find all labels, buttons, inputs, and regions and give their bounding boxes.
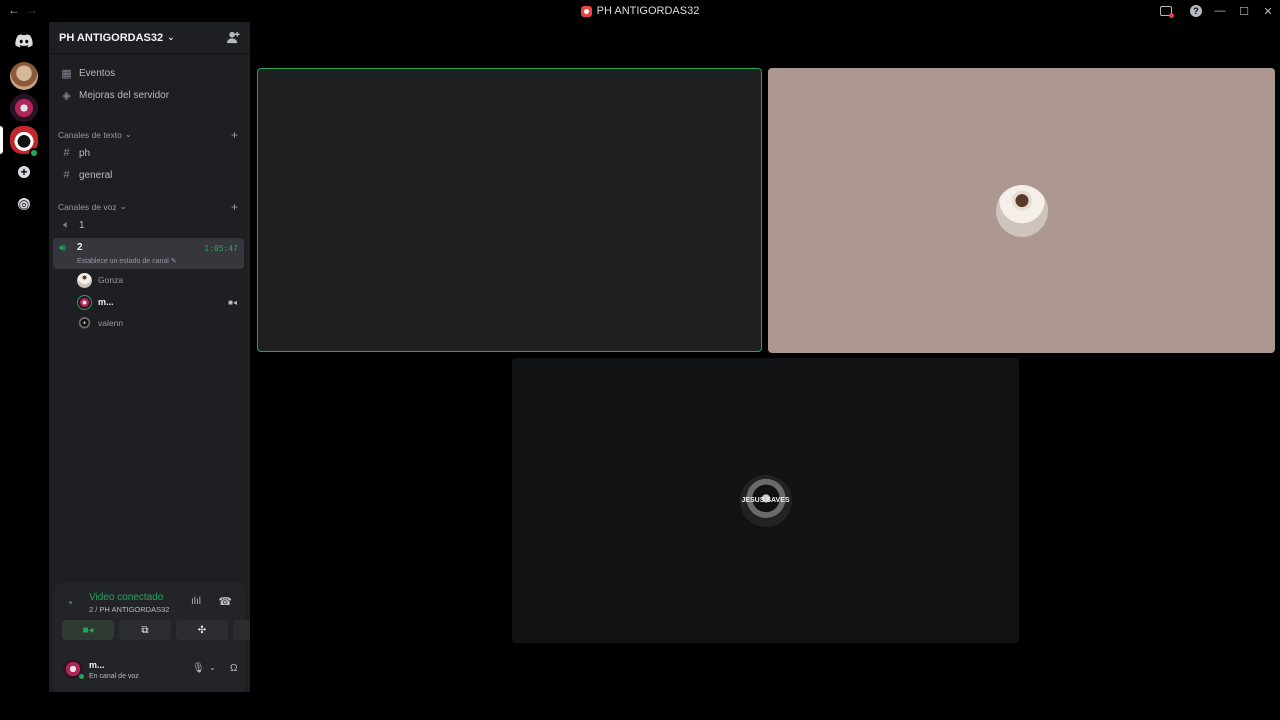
activities-button[interactable]: ✣ — [176, 620, 228, 640]
chevron-down-icon: ⌄ — [167, 32, 175, 42]
screen-share-button[interactable]: ⧉ — [119, 620, 171, 640]
window-controls: ? — ☐ ✕ — [1160, 0, 1280, 22]
voice-category-header[interactable]: Canales de voz ⌄ + — [58, 200, 238, 214]
text-category-label: Canales de texto — [58, 129, 122, 140]
create-text-channel-button[interactable]: + — [231, 128, 238, 142]
server-name: PH ANTIGORDAS32 — [59, 31, 164, 44]
channel-label: ph — [79, 147, 91, 159]
video-camera-icon: ■◂ — [228, 297, 237, 307]
video-stage: JESUS SAVES — [250, 22, 1280, 720]
camera-button[interactable]: ■◂ — [62, 620, 114, 640]
headphones-icon[interactable]: Ω — [230, 663, 237, 674]
voice-channel-1[interactable]: 🔈︎ 1 — [54, 215, 244, 235]
video-tile-self[interactable] — [257, 68, 762, 352]
add-server-button[interactable]: + — [10, 158, 38, 186]
video-tile-valenn[interactable]: JESUS SAVES — [512, 358, 1019, 643]
hash-icon: # — [63, 169, 70, 181]
channel-label: general — [79, 169, 113, 181]
microphone-icon[interactable]: 🎙︎ — [192, 663, 205, 674]
member-name: m... — [98, 297, 114, 307]
chevron-down-icon: ⌄ — [124, 129, 132, 139]
discover-button[interactable]: ◎ — [10, 190, 38, 218]
server-header[interactable]: PH ANTIGORDAS32 ⌄ — [49, 22, 250, 54]
member-name: valenn — [98, 318, 124, 328]
video-camera-icon: ■◂ — [82, 624, 94, 636]
user-status: En canal de voz — [89, 673, 139, 680]
channel-ph[interactable]: # ph — [54, 143, 244, 163]
plus-icon: + — [18, 166, 30, 178]
channel-label: 2 — [77, 242, 83, 253]
channel-sidebar: PH ANTIGORDAS32 ⌄ ▦ Eventos ◈ Mejoras de… — [49, 22, 285, 692]
active-server-indicator — [0, 126, 3, 154]
voice-member[interactable]: Gonza — [77, 271, 237, 289]
video-tile-gonza[interactable] — [768, 68, 1275, 353]
call-timer: 1:05:47 — [204, 244, 238, 253]
home-button[interactable] — [10, 27, 38, 55]
signal-icon[interactable]: ◔ — [66, 596, 73, 610]
server-avatar-2[interactable] — [10, 94, 38, 122]
voice-connection-panel: ◔ Video conectado 2 / PH ANTIGORDAS32 ıl… — [54, 583, 285, 692]
channel-label: 1 — [79, 219, 85, 231]
help-icon[interactable]: ? — [1190, 5, 1202, 17]
activities-icon: ✣ — [197, 624, 207, 636]
member-name: Gonza — [98, 275, 124, 285]
inbox-icon[interactable] — [1160, 6, 1174, 18]
calendar-icon: ▦ — [61, 67, 72, 80]
avatar — [995, 184, 1048, 237]
hash-icon: # — [63, 147, 70, 159]
compass-icon: ◎ — [18, 197, 30, 211]
maximize-button[interactable]: ☐ — [1232, 5, 1256, 18]
online-status-dot — [78, 673, 85, 680]
text-category-header[interactable]: Canales de texto ⌄ + — [58, 128, 238, 142]
chevron-down-icon[interactable]: ⌄ — [209, 663, 216, 672]
minimize-button[interactable]: — — [1208, 5, 1232, 17]
voice-member[interactable]: valenn — [77, 314, 237, 332]
title-bar: ← → PH ANTIGORDAS32 ? — ☐ ✕ — [0, 0, 1280, 22]
channel-general[interactable]: # general — [54, 165, 244, 185]
voice-category-label: Canales de voz — [58, 201, 117, 212]
speaker-icon: 🔈︎ — [63, 218, 70, 231]
avatar-text: JESUS SAVES — [741, 496, 790, 504]
window-title-text: PH ANTIGORDAS32 — [596, 5, 700, 17]
voice-activity-badge — [29, 148, 39, 158]
connection-status[interactable]: Video conectado — [89, 592, 163, 603]
discord-logo-icon — [15, 34, 33, 48]
user-name[interactable]: m... — [89, 660, 105, 670]
create-voice-channel-button[interactable]: + — [231, 200, 238, 214]
server-list: + ◎ — [0, 22, 49, 720]
chevron-down-icon: ⌄ — [119, 201, 127, 211]
close-button[interactable]: ✕ — [1256, 5, 1280, 18]
avatar — [77, 272, 92, 288]
speaker-active-icon: 🔊︎ — [59, 242, 66, 254]
boost-icon: ◈ — [62, 89, 71, 102]
noise-suppression-icon[interactable]: ılıl — [191, 596, 201, 607]
server-boost-item[interactable]: ◈ Mejoras del servidor — [54, 85, 244, 105]
events-item[interactable]: ▦ Eventos — [54, 63, 244, 83]
server-icon — [580, 5, 592, 17]
disconnect-icon[interactable]: ☎ — [218, 595, 232, 608]
avatar: JESUS SAVES — [739, 474, 792, 527]
set-channel-status[interactable]: Establece un estado de canal ✎ — [77, 257, 177, 265]
server-avatar-1[interactable] — [10, 62, 38, 90]
invite-user-icon[interactable] — [227, 31, 240, 44]
server-boost-label: Mejoras del servidor — [79, 89, 170, 101]
window-title: PH ANTIGORDAS32 — [0, 5, 1280, 17]
avatar — [77, 294, 92, 310]
voice-member[interactable]: m... ■◂ — [77, 293, 237, 311]
screen-share-icon: ⧉ — [141, 624, 149, 636]
voice-channel-2[interactable]: 🔊︎ 2 1:05:47 Establece un estado de cana… — [53, 238, 244, 269]
connected-channel[interactable]: 2 / PH ANTIGORDAS32 — [89, 605, 169, 614]
avatar — [77, 315, 92, 331]
events-label: Eventos — [79, 67, 116, 79]
